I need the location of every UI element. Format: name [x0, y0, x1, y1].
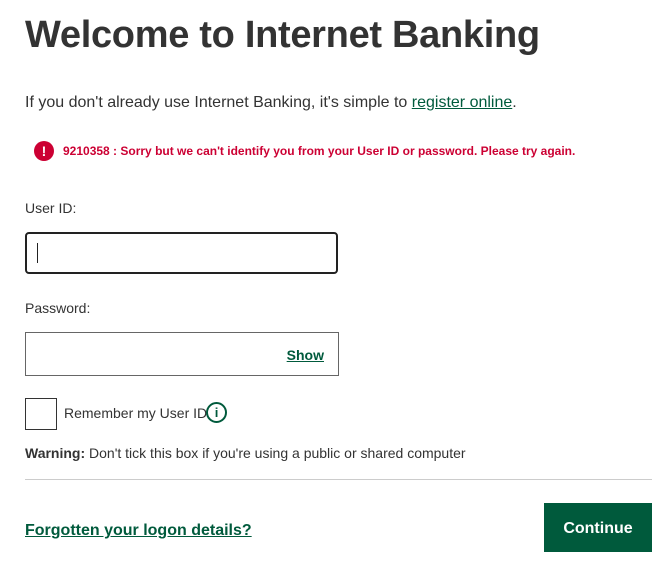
register-online-link[interactable]: register online: [412, 94, 513, 111]
info-icon[interactable]: i: [206, 402, 227, 423]
error-text: 9210358 : Sorry but we can't identify yo…: [63, 144, 576, 158]
page-title: Welcome to Internet Banking: [25, 14, 540, 56]
warning-label: Warning:: [25, 445, 86, 461]
text-caret: [37, 243, 38, 263]
error-message: ! 9210358 : Sorry but we can't identify …: [34, 141, 575, 161]
userid-input[interactable]: [25, 232, 338, 274]
userid-label: User ID:: [25, 200, 77, 216]
intro-text-body: If you don't already use Internet Bankin…: [25, 94, 412, 111]
remember-userid-label[interactable]: Remember my User ID: [64, 405, 207, 421]
divider: [25, 479, 652, 480]
show-password-link[interactable]: Show: [287, 347, 324, 363]
warning-text: Warning: Don't tick this box if you're u…: [25, 445, 466, 461]
continue-button[interactable]: Continue: [544, 503, 652, 552]
password-label: Password:: [25, 300, 91, 316]
login-page: Welcome to Internet Banking If you don't…: [0, 0, 665, 570]
intro-text: If you don't already use Internet Bankin…: [25, 94, 517, 112]
warning-message: Don't tick this box if you're using a pu…: [85, 445, 466, 461]
password-input[interactable]: Show: [25, 332, 339, 376]
remember-userid-checkbox[interactable]: [25, 398, 57, 430]
forgotten-logon-link[interactable]: Forgotten your logon details?: [25, 522, 252, 540]
intro-text-suffix: .: [512, 94, 517, 111]
error-icon: !: [34, 141, 54, 161]
